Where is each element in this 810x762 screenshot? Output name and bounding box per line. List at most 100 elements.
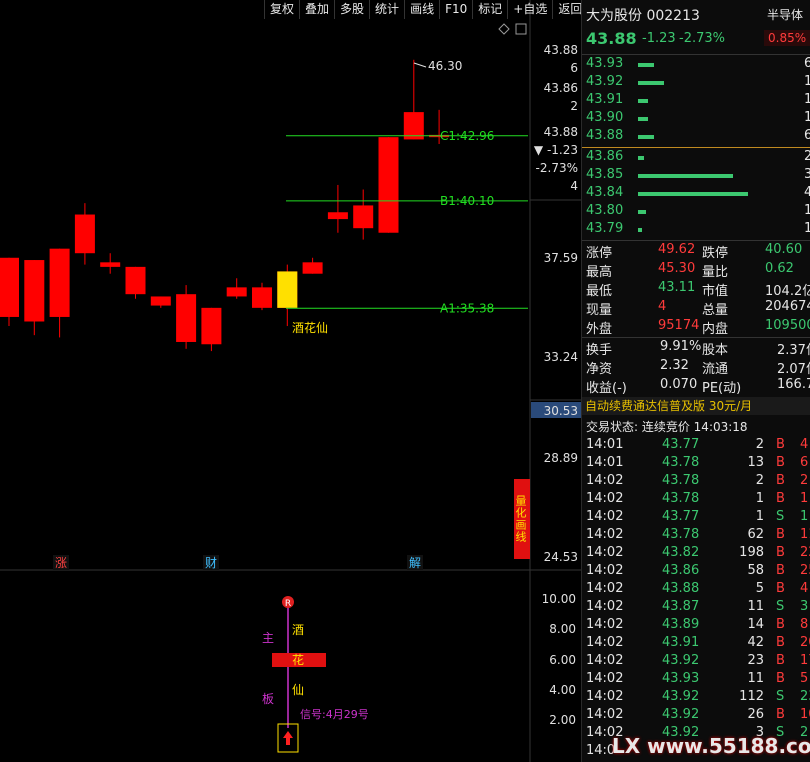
ask-price: 43.88 xyxy=(586,128,624,143)
stat-value: 43.11 xyxy=(658,280,696,295)
price-axis-label: 2 xyxy=(570,99,578,113)
divider xyxy=(582,240,810,241)
stat-key: 换手 xyxy=(586,343,613,358)
tick-extra: 6 xyxy=(800,455,809,470)
tick-time: 14:02 xyxy=(586,509,624,524)
ask-volume-bar xyxy=(638,99,648,103)
tick-time: 14:02 xyxy=(586,653,624,668)
bid-volume: 1 xyxy=(804,221,810,236)
stat-value: 204674 xyxy=(765,299,810,314)
stat-key: 股本 xyxy=(702,343,729,358)
bid-price: 43.84 xyxy=(586,185,624,200)
price-axis-label: 24.53 xyxy=(544,550,578,564)
tick-volume: 1 xyxy=(755,491,764,506)
price-axis-label: 43.88 xyxy=(544,125,578,139)
ask-volume: 1 xyxy=(804,92,810,107)
tick-price: 43.92 xyxy=(662,653,700,668)
stat-value: 45.30 xyxy=(658,261,696,276)
bid-volume-bar xyxy=(638,156,644,160)
diamond-icon[interactable] xyxy=(498,23,510,35)
tick-extra: 22 xyxy=(800,545,810,560)
high-pointer xyxy=(413,62,427,68)
toolbar-item-2[interactable]: 多股 xyxy=(334,0,369,19)
tick-time: 14:02 xyxy=(586,671,624,686)
tick-side: S xyxy=(776,689,785,704)
bid-ask-divider xyxy=(582,147,810,148)
toolbar-item-3[interactable]: 统计 xyxy=(369,0,404,19)
bid-volume-bar xyxy=(638,210,646,214)
bid-price: 43.79 xyxy=(586,221,624,236)
stat-value: 49.62 xyxy=(658,242,696,257)
candle-body xyxy=(176,294,197,342)
stat-value: 104.2亿 xyxy=(765,284,810,299)
tick-volume: 14 xyxy=(747,617,764,632)
tick-price: 43.78 xyxy=(662,491,700,506)
candle-body xyxy=(100,262,121,267)
event-marker-label: 财 xyxy=(205,556,217,570)
bid-price: 43.86 xyxy=(586,149,624,164)
indicator-main-label: 板 xyxy=(262,692,274,706)
tick-price: 43.92 xyxy=(662,707,700,722)
toolbar-item-5[interactable]: F10 xyxy=(439,0,472,19)
tick-side: B xyxy=(776,563,785,578)
tick-volume: 2 xyxy=(755,473,764,488)
tick-extra: 1 xyxy=(800,491,809,506)
current-price: 43.88 xyxy=(586,29,637,48)
candle-body xyxy=(0,257,19,317)
candle-body xyxy=(226,287,247,297)
tick-extra: 17 xyxy=(800,653,810,668)
tick-extra: 11 xyxy=(800,527,810,542)
square-icon[interactable] xyxy=(515,23,527,35)
bid-volume: 42 xyxy=(804,185,810,200)
tick-side: B xyxy=(776,635,785,650)
tick-side: B xyxy=(776,473,785,488)
tick-time: 14:02 xyxy=(586,527,624,542)
tick-side: B xyxy=(776,581,785,596)
tick-side: S xyxy=(776,509,785,524)
tick-extra: 8 xyxy=(800,617,809,632)
toolbar-item-0[interactable]: 复权 xyxy=(264,0,299,19)
stat-key: 最低 xyxy=(586,284,613,299)
event-marker-label: 涨 xyxy=(55,555,67,570)
stat-value: 40.60 xyxy=(765,242,803,257)
tick-volume: 1 xyxy=(755,509,764,524)
bid-price: 43.80 xyxy=(586,203,624,218)
tick-time: 14:02 xyxy=(586,581,624,596)
toolbar-item-7[interactable]: +自选 xyxy=(507,0,552,19)
kline-chart[interactable]: C1:42.96B1:40.10A1:35.38 46.30酒花仙涨财解 43.… xyxy=(0,0,581,762)
tick-volume: 13 xyxy=(747,455,764,470)
stat-value: 0.070 xyxy=(660,377,698,392)
promo-banner[interactable]: 自动续费通达信普及版 30元/月 xyxy=(582,397,810,415)
ask-price: 43.93 xyxy=(586,56,624,71)
tick-volume: 5 xyxy=(755,581,764,596)
tick-extra: 10 xyxy=(800,707,810,722)
quant-drawing-button[interactable]: 量化画线 xyxy=(514,479,530,559)
stat-key: 总量 xyxy=(702,303,729,318)
tick-side: S xyxy=(776,599,785,614)
tick-time: 14:01 xyxy=(586,437,624,452)
candle-body xyxy=(302,262,323,274)
stat-key: 跌停 xyxy=(702,246,729,261)
bid-volume: 1 xyxy=(804,203,810,218)
stat-value: 2.37亿 xyxy=(777,343,810,358)
candle-body xyxy=(24,260,45,322)
divider xyxy=(582,337,810,338)
high-label: 46.30 xyxy=(428,59,462,73)
tick-price: 43.82 xyxy=(662,545,700,560)
indicator-axis-label: 8.00 xyxy=(549,622,576,636)
stat-key: 最高 xyxy=(586,265,613,280)
indicator-axis-label: 2.00 xyxy=(549,713,576,727)
ask-volume: 6 xyxy=(804,56,810,71)
tick-volume: 11 xyxy=(747,671,764,686)
stat-key: 流通 xyxy=(702,362,729,377)
tick-price: 43.77 xyxy=(662,509,700,524)
price-change: -1.23 xyxy=(642,31,676,46)
price-axis-label: ▼ -1.23 xyxy=(534,143,578,157)
toolbar-item-4[interactable]: 画线 xyxy=(404,0,439,19)
sector-name: 半导体 xyxy=(767,8,804,22)
tick-time: 14:02 xyxy=(586,473,624,488)
price-pct: -2.73% xyxy=(679,31,725,46)
toolbar-item-6[interactable]: 标记 xyxy=(472,0,507,19)
tick-side: B xyxy=(776,653,785,668)
toolbar-item-1[interactable]: 叠加 xyxy=(299,0,334,19)
